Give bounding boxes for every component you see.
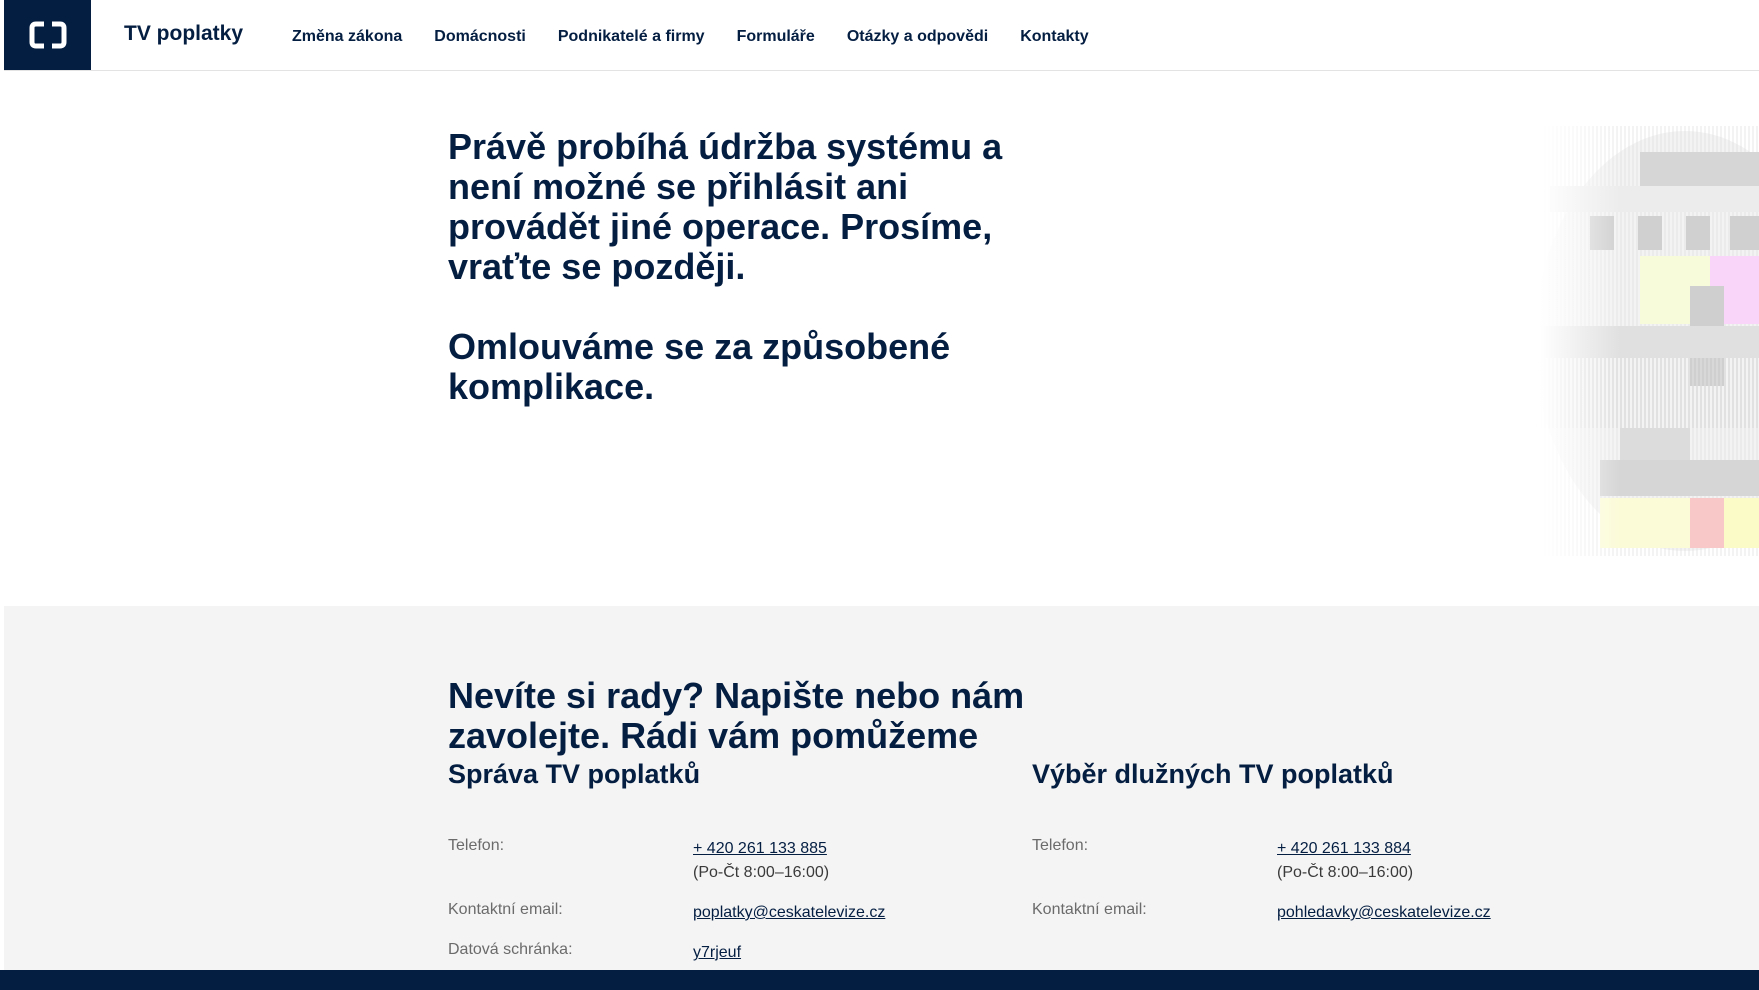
- nav-otazky[interactable]: Otázky a odpovědi: [847, 28, 988, 46]
- apology-paragraph: Omlouváme se za způsobené komplikace.: [448, 326, 951, 407]
- phone-label: Telefon:: [1032, 837, 1089, 854]
- email-link[interactable]: poplatky@ceskatelevize.cz: [693, 904, 885, 921]
- phone-row: Telefon: + 420 261 133 885 (Po-Čt 8:00–1…: [448, 837, 829, 885]
- databox-value: y7rjeuf: [693, 941, 741, 965]
- office-hours: (Po-Čt 8:00–16:00): [1277, 864, 1414, 881]
- email-label: Kontaktní email:: [1032, 901, 1147, 918]
- nav-domacnosti[interactable]: Domácnosti: [434, 28, 526, 46]
- email-link[interactable]: pohledavky@ceskatelevize.cz: [1277, 904, 1491, 921]
- column-title: Správa TV poplatků: [448, 759, 701, 789]
- site-title[interactable]: TV poplatky: [124, 22, 243, 46]
- maintenance-paragraph: Právě probíhá údržba systému a není možn…: [448, 126, 1003, 287]
- phone-value: + 420 261 133 884 (Po-Čt 8:00–16:00): [1277, 837, 1413, 885]
- tv-test-pattern-icon: [1540, 126, 1759, 556]
- nav-kontakty[interactable]: Kontakty: [1020, 28, 1088, 46]
- email-row: Kontaktní email: pohledavky@ceskateleviz…: [1032, 901, 1491, 925]
- maintenance-hero: Právě probíhá údržba systému a není možn…: [4, 71, 1759, 606]
- site-header: TV poplatky Změna zákona Domácnosti Podn…: [4, 0, 1759, 71]
- phone-label: Telefon:: [448, 837, 505, 854]
- email-value: poplatky@ceskatelevize.cz: [693, 901, 885, 925]
- nav-zmena-zakona[interactable]: Změna zákona: [292, 28, 402, 46]
- databox-label: Datová schránka:: [448, 941, 573, 958]
- nav-podnikatele[interactable]: Podnikatelé a firmy: [558, 28, 705, 46]
- main-nav: Změna zákona Domácnosti Podnikatelé a fi…: [292, 28, 1121, 46]
- office-hours: (Po-Čt 8:00–16:00): [693, 864, 830, 881]
- phone-link[interactable]: + 420 261 133 884: [1277, 840, 1411, 857]
- contact-title: Nevíte si rady? Napište nebo nám zavolej…: [448, 675, 1025, 756]
- email-label: Kontaktní email:: [448, 901, 563, 918]
- footer-bar: [0, 970, 1759, 990]
- column-title: Výběr dlužných TV poplatků: [1032, 759, 1394, 789]
- phone-link[interactable]: + 420 261 133 885: [693, 840, 827, 857]
- nav-formulare[interactable]: Formuláře: [737, 28, 815, 46]
- maintenance-message: Právě probíhá údržba systému a není možn…: [448, 127, 1068, 447]
- databox-row: Datová schránka: y7rjeuf: [448, 941, 741, 965]
- phone-row: Telefon: + 420 261 133 884 (Po-Čt 8:00–1…: [1032, 837, 1413, 885]
- phone-value: + 420 261 133 885 (Po-Čt 8:00–16:00): [693, 837, 829, 885]
- email-value: pohledavky@ceskatelevize.cz: [1277, 901, 1491, 925]
- databox-link[interactable]: y7rjeuf: [693, 944, 741, 961]
- email-row: Kontaktní email: poplatky@ceskatelevize.…: [448, 901, 885, 925]
- ct-logo-icon[interactable]: [4, 0, 91, 70]
- contact-section: Nevíte si rady? Napište nebo nám zavolej…: [4, 606, 1759, 970]
